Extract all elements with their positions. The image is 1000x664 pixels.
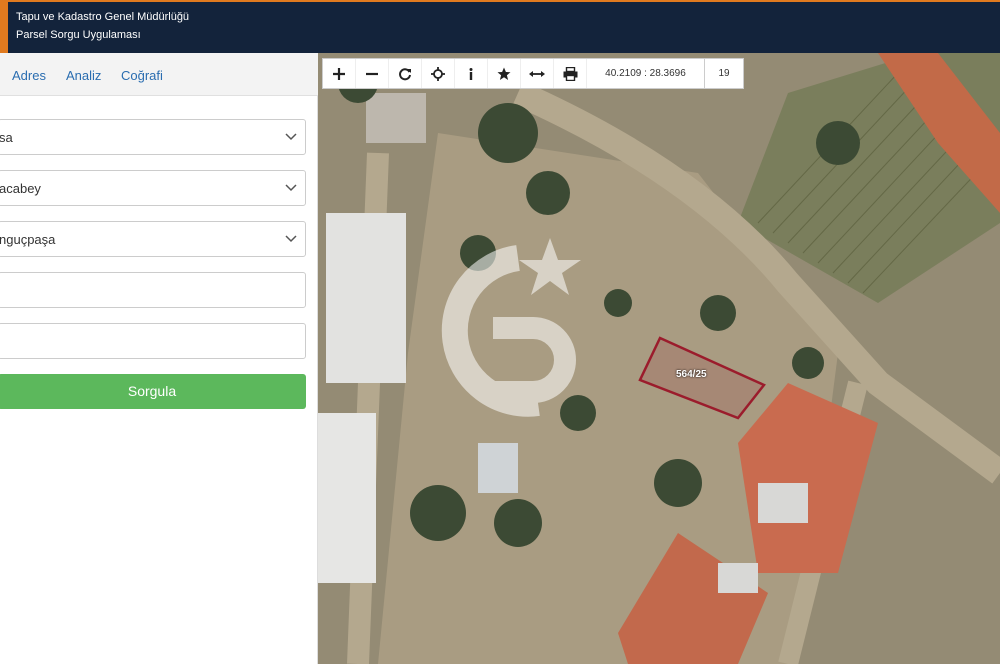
print-button[interactable] — [554, 59, 587, 88]
measure-button[interactable] — [521, 59, 554, 88]
minus-icon — [366, 72, 378, 75]
map-toolbar: 40.2109 : 28.3696 19 — [322, 58, 744, 89]
chevron-down-icon — [285, 133, 297, 141]
header-title: Tapu ve Kadastro Genel Müdürlüğü — [16, 11, 190, 23]
header-accent — [0, 2, 8, 53]
info-icon — [469, 67, 473, 80]
refresh-icon — [399, 67, 411, 80]
tab-adres[interactable]: Adres — [12, 68, 46, 83]
info-button[interactable] — [455, 59, 488, 88]
query-sidebar: Adres Analiz Coğrafi sa acabey nguçpaşa … — [0, 53, 318, 664]
chevron-down-icon — [285, 235, 297, 243]
province-select[interactable]: sa — [0, 119, 306, 155]
district-select[interactable]: acabey — [0, 170, 306, 206]
tab-cografi[interactable]: Coğrafi — [121, 68, 163, 83]
block-input[interactable] — [0, 272, 306, 308]
zoom-level: 19 — [718, 68, 730, 79]
coordinate-readout: 40.2109 : 28.3696 — [587, 59, 705, 88]
star-icon — [497, 67, 511, 80]
tab-analiz[interactable]: Analiz — [66, 68, 101, 83]
app-header: Tapu ve Kadastro Genel Müdürlüğü Parsel … — [0, 0, 1000, 53]
query-button[interactable]: Sorgula — [0, 374, 306, 409]
zoom-out-button[interactable] — [356, 59, 389, 88]
province-value: sa — [0, 130, 13, 145]
parcel-label: 564/25 — [676, 369, 707, 380]
parcel-input[interactable] — [0, 323, 306, 359]
satellite-imagery — [318, 53, 1000, 664]
tab-bar: Adres Analiz Coğrafi — [0, 53, 318, 96]
neighborhood-value: nguçpaşa — [0, 232, 56, 247]
district-value: acabey — [0, 181, 41, 196]
locate-button[interactable] — [422, 59, 455, 88]
crosshair-icon — [431, 66, 445, 81]
plus-icon — [333, 67, 345, 80]
header-subtitle: Parsel Sorgu Uygulaması — [16, 29, 141, 41]
satellite-map[interactable]: 564/25 — [318, 53, 1000, 664]
neighborhood-select[interactable]: nguçpaşa — [0, 221, 306, 257]
refresh-button[interactable] — [389, 59, 422, 88]
zoom-in-button[interactable] — [323, 59, 356, 88]
measure-icon — [529, 70, 545, 77]
print-icon — [563, 66, 577, 81]
favorite-button[interactable] — [488, 59, 521, 88]
chevron-down-icon — [285, 184, 297, 192]
